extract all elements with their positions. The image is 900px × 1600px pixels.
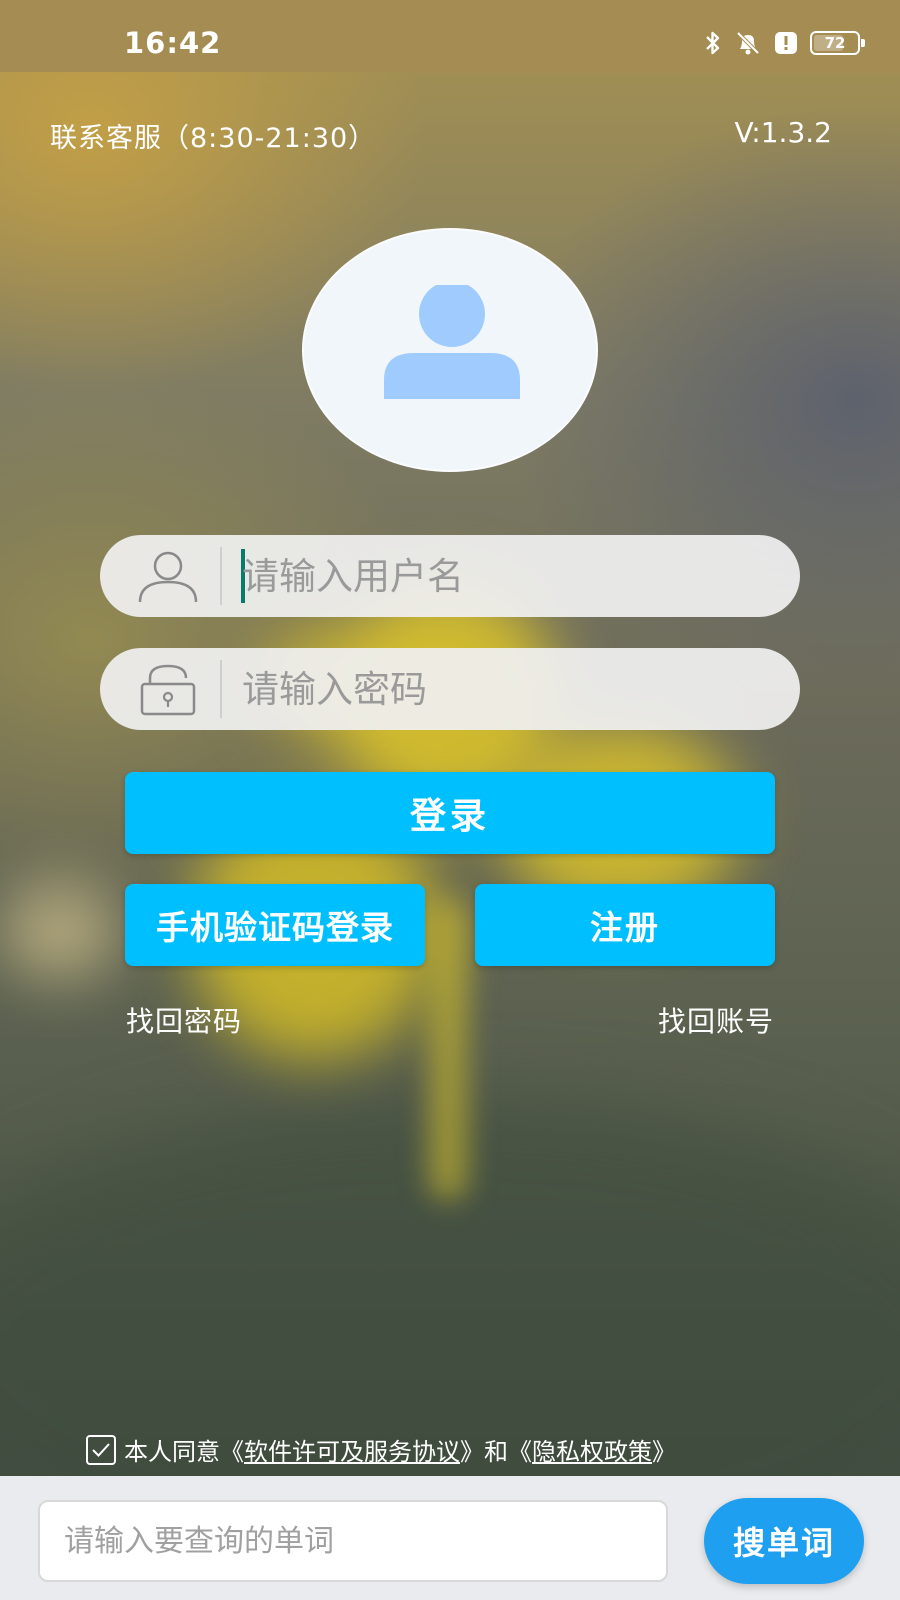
license-agreement-link[interactable]: 软件许可及服务协议 (244, 1432, 460, 1467)
privacy-policy-link[interactable]: 隐私权政策 (532, 1432, 652, 1467)
user-avatar-icon (384, 281, 520, 405)
username-input[interactable] (242, 535, 762, 617)
battery-tip (861, 39, 865, 47)
agreement-prefix: 本人同意 (124, 1438, 220, 1466)
bracket-close: 》 (460, 1438, 484, 1466)
word-search-bar: 搜单词 (0, 1476, 900, 1600)
status-bar: 16:42 72 (0, 0, 900, 72)
username-field[interactable] (100, 535, 800, 617)
agreement-checkbox[interactable] (86, 1434, 116, 1465)
password-input[interactable] (242, 648, 762, 730)
battery-percent: 72 (824, 34, 846, 52)
battery-icon: 72 (810, 31, 865, 55)
password-field[interactable] (100, 648, 800, 730)
word-search-input[interactable] (38, 1500, 668, 1582)
alert-icon (774, 31, 798, 55)
agreement-row: 本人同意 《 软件许可及服务协议 》 和 《 隐私权政策 》 (86, 1432, 676, 1467)
bracket-close: 》 (652, 1438, 676, 1466)
field-divider (220, 660, 222, 718)
user-icon (138, 549, 198, 607)
sms-login-button[interactable]: 手机验证码登录 (125, 884, 425, 966)
bracket-open: 《 (508, 1438, 532, 1466)
contact-support-link[interactable]: 联系客服（8:30-21:30） (50, 116, 376, 155)
status-icons: 72 (704, 30, 865, 56)
background-flower-stem (428, 900, 468, 1200)
version-label: V:1.3.2 (734, 116, 832, 149)
bluetooth-icon (704, 30, 722, 56)
check-icon (92, 1442, 110, 1457)
search-word-button[interactable]: 搜单词 (704, 1498, 864, 1584)
agreement-and: 和 (484, 1438, 508, 1466)
find-password-link[interactable]: 找回密码 (126, 1000, 242, 1040)
lock-icon (138, 662, 198, 720)
register-button[interactable]: 注册 (475, 884, 775, 966)
field-divider (220, 547, 222, 605)
login-button[interactable]: 登录 (125, 772, 775, 854)
find-account-link[interactable]: 找回账号 (658, 1000, 774, 1040)
bell-muted-icon (734, 30, 762, 56)
background-light-spot (0, 880, 120, 980)
bracket-open: 《 (220, 1438, 244, 1466)
status-time: 16:42 (124, 26, 222, 60)
avatar (302, 228, 598, 472)
